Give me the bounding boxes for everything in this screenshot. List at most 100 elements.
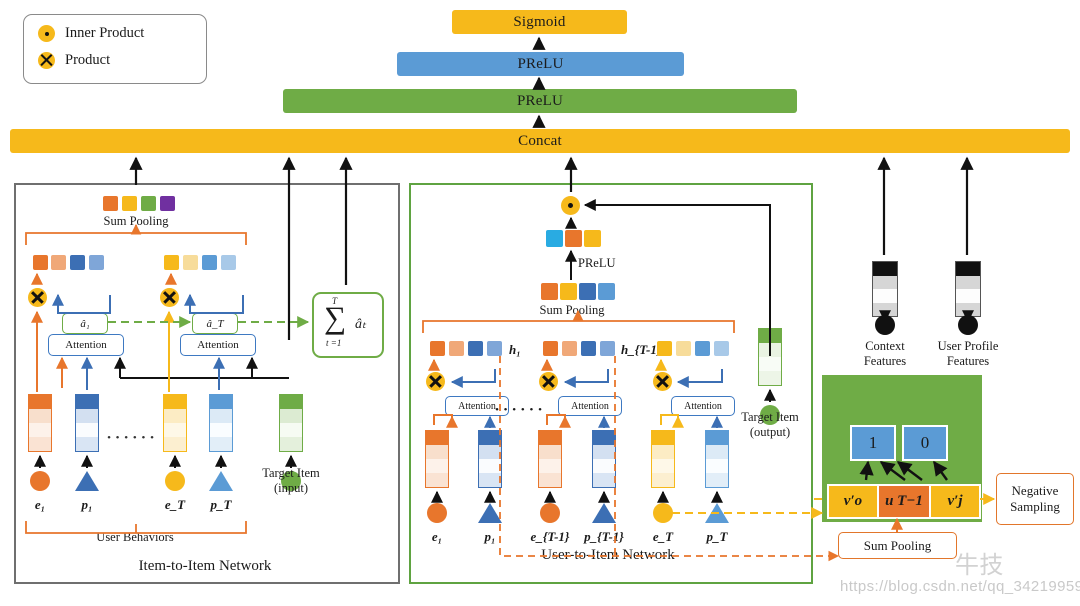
left-featrow1-sq-2 <box>202 255 217 270</box>
mid-sumpool-sq-2 <box>579 283 596 300</box>
input-label-pT-left: p_T <box>210 497 232 512</box>
left-sumpool-sq-0 <box>103 196 118 211</box>
mid-featrow2-sq-1 <box>676 341 691 356</box>
inner-product-icon <box>38 25 55 42</box>
summation-box[interactable]: T ∑ t =1 âₜ <box>312 292 384 358</box>
left-featrow1-sq-0 <box>164 255 179 270</box>
embedding-stack-p1-left <box>75 394 99 452</box>
mid-featrow0-sq-3 <box>487 341 502 356</box>
input-icon-eT-mid <box>653 503 673 523</box>
embedding-stack-e1-mid <box>425 430 449 488</box>
aux-target-0[interactable]: 0 <box>902 425 948 461</box>
attention-box-left-2[interactable]: Attention <box>180 334 256 356</box>
attention-box-mid-3[interactable]: Attention <box>671 396 735 416</box>
mid-sumpool-label: Sum Pooling <box>539 303 605 317</box>
left-sumpool-sq-3 <box>160 196 175 211</box>
item-to-item-title: Item-to-Item Network <box>138 558 272 574</box>
input-label-pT-mid: p_T <box>706 529 728 544</box>
product-node-mid-3[interactable] <box>653 372 672 391</box>
target-item-line1-left: Target Item <box>262 466 320 480</box>
mid-prelu-sq-0 <box>546 230 563 247</box>
summation-sigma: ∑ <box>324 300 347 335</box>
negative-sampling-box[interactable]: Negative Sampling <box>996 473 1074 525</box>
context-features-label: Context Features <box>864 339 906 369</box>
mid-featrow2-sq-2 <box>695 341 710 356</box>
input-icon-pT1-mid <box>592 503 616 523</box>
input-icon-p1-left <box>75 471 99 491</box>
alpha-label-1: â₁ <box>80 317 90 330</box>
input-label-p1-left: p₁ <box>81 497 93 512</box>
context-feature-stack <box>872 261 898 317</box>
embedding-stack-eT1-mid <box>538 430 562 488</box>
target-item-label-left: Target Item (input) <box>262 466 320 496</box>
right-sum-pooling-box[interactable]: Sum Pooling <box>838 532 957 559</box>
product-node-mid-2[interactable] <box>539 372 558 391</box>
input-label-e1-left: e₁ <box>34 497 46 512</box>
user-profile-features-line1: User Profile <box>937 339 999 353</box>
target-item-line2-mid: (output) <box>749 424 791 439</box>
product-node-mid-1[interactable] <box>426 372 445 391</box>
product-node-left-1[interactable] <box>28 288 47 307</box>
user-to-item-title: User-to-Item Network <box>541 547 675 563</box>
mid-featrow2-sq-3 <box>714 341 729 356</box>
aux-vector-vj-label: v′j <box>947 493 963 509</box>
layer-sigmoid[interactable]: Sigmoid <box>452 10 627 34</box>
embedding-stack-eT-mid <box>651 430 675 488</box>
aux-vector-u[interactable]: u T−1 <box>877 484 931 519</box>
layer-concat[interactable]: Concat <box>10 129 1070 153</box>
embedding-stack-pT1-mid <box>592 430 616 488</box>
input-label-eT-mid: e_T <box>652 529 674 544</box>
layer-prelu-blue[interactable]: PReLU <box>397 52 684 76</box>
context-feature-icon <box>875 315 895 335</box>
mid-sumpool-sq-3 <box>598 283 615 300</box>
mid-prelu-label: PReLU <box>578 256 616 270</box>
inner-product-node-middle[interactable] <box>561 196 580 215</box>
item-to-item-panel <box>14 183 400 584</box>
mid-featrow1-sq-0 <box>543 341 558 356</box>
input-label-e1-mid: e₁ <box>431 529 443 544</box>
target-item-line1-mid: Target Item <box>741 410 799 424</box>
embedding-stack-eT-left <box>163 394 187 452</box>
alpha-label-T: â_T <box>206 317 224 330</box>
aux-vector-vo-label: v′o <box>843 493 863 509</box>
mid-featrow0-sq-0 <box>430 341 445 356</box>
negative-sampling-line1: Negative <box>1011 482 1059 498</box>
user-profile-features-line2: Features <box>946 353 990 368</box>
attention-box-mid-2[interactable]: Attention <box>558 396 622 416</box>
left-featrow0-sq-0 <box>33 255 48 270</box>
left-featrow0-sq-1 <box>51 255 66 270</box>
embedding-stack-target-mid <box>758 328 782 386</box>
legend-label-product: Product <box>65 52 111 68</box>
context-features-line1: Context <box>865 339 905 353</box>
input-icon-eT1-mid <box>540 503 560 523</box>
layer-prelu-green[interactable]: PReLU <box>283 89 797 113</box>
mid-featrow1-sq-1 <box>562 341 577 356</box>
mid-sumpool-sq-0 <box>541 283 558 300</box>
input-label-eT1-mid: e_{T-1} <box>530 529 570 544</box>
alpha-box-T[interactable]: â_T <box>192 313 238 334</box>
alpha-box-1[interactable]: â₁ <box>62 313 108 334</box>
ellipsis-mid: • • • • • • <box>495 404 543 416</box>
input-icon-pT-left <box>209 471 233 491</box>
input-icon-e1-left <box>30 471 50 491</box>
mid-sumpool-sq-1 <box>560 283 577 300</box>
legend-label-inner-product: Inner Product <box>65 25 145 41</box>
user-profile-features-label: User Profile Features <box>938 339 999 369</box>
aux-vector-vo[interactable]: v′o <box>827 484 879 519</box>
input-label-eT-left: e_T <box>164 497 186 512</box>
left-featrow1-sq-3 <box>221 255 236 270</box>
legend-item-product: Product <box>38 52 110 69</box>
input-label-pT1-mid: p_{T-1} <box>584 529 624 544</box>
summation-lower-limit: t =1 <box>326 338 342 348</box>
watermark-logo: 牛技 <box>955 551 1004 579</box>
legend-item-inner-product: Inner Product <box>38 25 144 42</box>
user-profile-feature-icon <box>958 315 978 335</box>
attention-box-left-1[interactable]: Attention <box>48 334 124 356</box>
embedding-stack-p1-mid <box>478 430 502 488</box>
embedding-stack-target-left <box>279 394 303 452</box>
aux-vector-vj[interactable]: v′j <box>929 484 981 519</box>
product-node-left-2[interactable] <box>160 288 179 307</box>
aux-target-1[interactable]: 1 <box>850 425 896 461</box>
left-sumpool-sq-1 <box>122 196 137 211</box>
h-label-T-1: h_{T-1} <box>621 342 662 357</box>
